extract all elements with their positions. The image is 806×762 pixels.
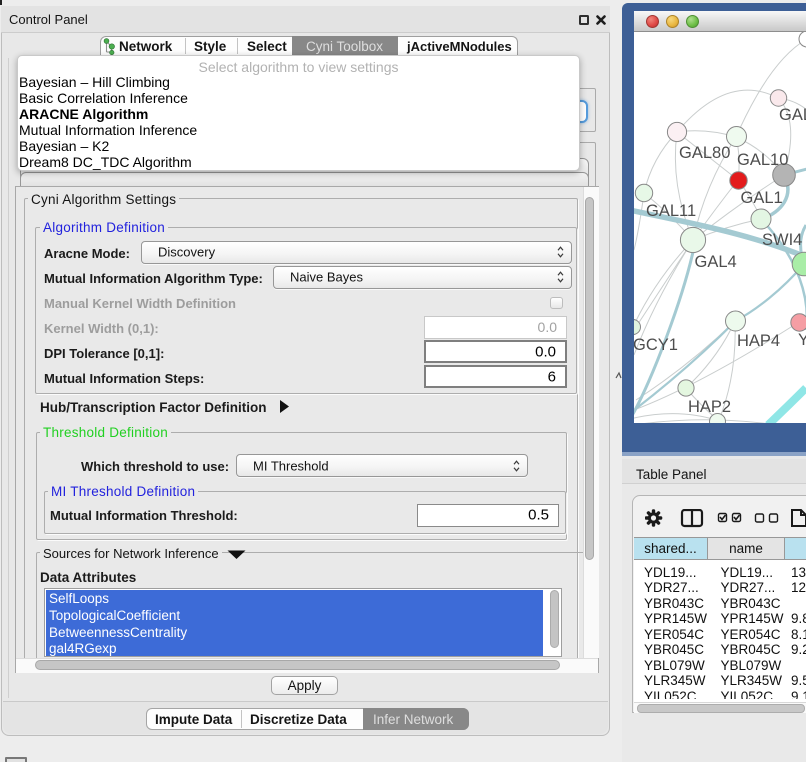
svg-text:GAL7: GAL7 — [779, 106, 806, 124]
svg-text:SWI4: SWI4 — [762, 231, 802, 249]
svg-text:GAL80: GAL80 — [679, 144, 730, 162]
svg-text:GAL1: GAL1 — [741, 189, 783, 207]
svg-text:Y: Y — [798, 331, 806, 349]
svg-text:GAL10: GAL10 — [737, 151, 788, 169]
svg-text:GCY1: GCY1 — [634, 336, 678, 354]
svg-text:HAP2: HAP2 — [688, 398, 731, 416]
svg-text:HAP4: HAP4 — [737, 332, 780, 350]
svg-text:GAL4: GAL4 — [695, 253, 737, 271]
svg-text:GAL11: GAL11 — [646, 202, 696, 220]
